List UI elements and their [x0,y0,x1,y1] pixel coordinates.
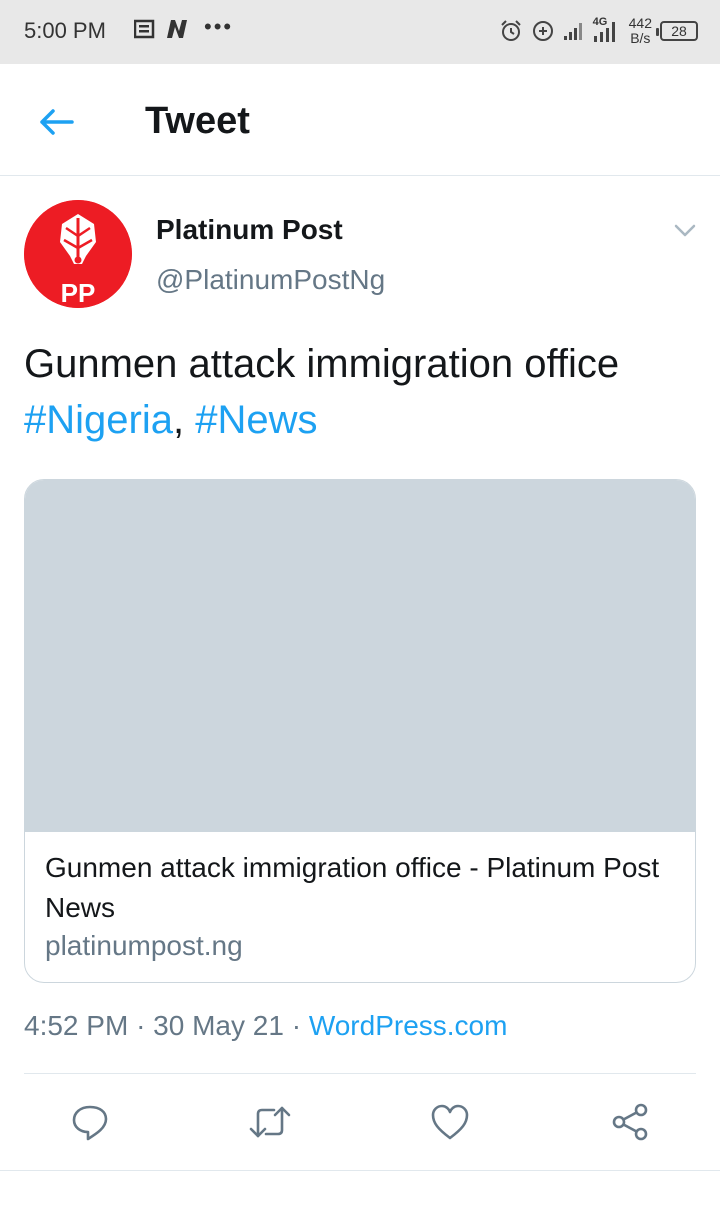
meta-dot: · [291,1010,309,1041]
card-domain: platinumpost.ng [45,930,243,961]
card-title: Gunmen attack immigration office - Plati… [45,852,660,923]
meta-dot: · [136,1010,154,1041]
tweet-actions [0,1074,720,1170]
more-notifications-icon: ••• [204,14,234,39]
network-speed: 442 B/s [629,16,652,46]
network-signal: 4G [593,16,621,44]
share-button[interactable] [608,1100,652,1144]
status-bar: 5:00 PM ••• 4G 442 B/s 28 [0,0,720,64]
chevron-down-icon [674,224,696,237]
tweet-source[interactable]: WordPress.com [309,1010,508,1041]
speed-value: 442 [628,15,652,31]
retweet-button[interactable] [248,1100,292,1144]
page-title: Tweet [145,100,250,142]
tweet-time: 4:52 PM [24,1010,129,1041]
divider [0,1170,720,1171]
reply-icon [72,1105,108,1141]
tweet-text-body: Gunmen attack immigration office [24,342,620,386]
tweet-options-button[interactable] [670,216,700,246]
status-time: 5:00 PM [24,18,106,43]
signal-icon [563,23,582,40]
tweet-meta: 4:52 PM · 30 May 21 · WordPress.com [24,1010,507,1042]
author-handle[interactable]: @PlatinumPostNg [156,264,385,296]
notification-icons [134,18,190,40]
share-icon [612,1103,648,1141]
avatar-text: PP [61,278,96,308]
app-header: Tweet [0,64,720,176]
battery-indicator: 28 [656,21,698,41]
retweet-icon [249,1106,291,1138]
hashtag-news[interactable]: #News [195,398,317,442]
tweet-text: Gunmen attack immigration office #Nigeri… [24,336,704,448]
hashtag-nigeria[interactable]: #Nigeria [24,398,173,442]
status-right: 4G 442 B/s 28 [499,16,698,46]
data-saver-icon [532,21,553,41]
n-app-icon [167,20,187,38]
signal-icon-2 [593,22,615,42]
author-name[interactable]: Platinum Post [156,214,343,246]
speed-unit: B/s [630,30,651,46]
like-button[interactable] [428,1100,472,1144]
heart-icon [431,1104,469,1140]
news-app-icon [134,19,155,39]
hashtag-separator: , [172,398,185,442]
alarm-icon [500,20,521,41]
tweet-date: 30 May 21 [153,1010,284,1041]
back-button[interactable] [28,94,84,150]
avatar[interactable]: PP [24,200,132,308]
card-image-placeholder [25,480,695,832]
platinum-post-logo: PP [24,200,132,308]
reply-button[interactable] [68,1100,112,1144]
arrow-left-icon [40,109,74,135]
link-card[interactable]: Gunmen attack immigration office - Plati… [24,479,696,983]
